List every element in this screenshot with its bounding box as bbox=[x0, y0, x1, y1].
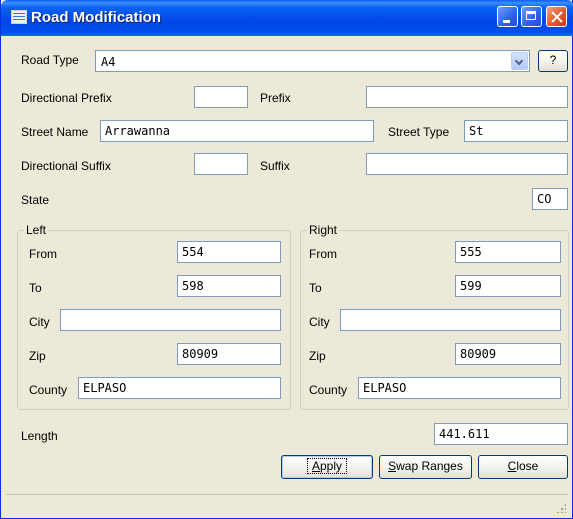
road-type-label: Road Type bbox=[21, 53, 79, 67]
left-to-input[interactable]: 598 bbox=[177, 275, 281, 297]
swap-ranges-button[interactable]: Swap Ranges bbox=[379, 455, 472, 479]
right-from-input[interactable]: 555 bbox=[455, 241, 561, 263]
swap-label: wap Ranges bbox=[396, 459, 463, 473]
close-label: lose bbox=[516, 459, 539, 473]
apply-button[interactable]: Apply bbox=[281, 455, 373, 479]
directional-suffix-input[interactable] bbox=[194, 153, 248, 175]
left-city-input[interactable] bbox=[60, 309, 281, 331]
left-county-input[interactable]: ELPASO bbox=[78, 377, 281, 399]
left-zip-input[interactable]: 80909 bbox=[177, 343, 281, 365]
right-city-input[interactable] bbox=[340, 309, 561, 331]
prefix-input[interactable] bbox=[366, 86, 568, 108]
window-title: Road Modification bbox=[31, 9, 161, 26]
state-input[interactable]: CO bbox=[532, 188, 568, 210]
road-type-select[interactable]: A4 bbox=[95, 50, 530, 72]
street-name-input[interactable]: Arrawanna bbox=[100, 120, 374, 142]
resize-grip-icon[interactable] bbox=[556, 503, 566, 513]
suffix-input[interactable] bbox=[366, 153, 568, 175]
right-county-label: County bbox=[309, 383, 348, 397]
road-type-value: A4 bbox=[101, 55, 116, 69]
apply-mnemonic: A bbox=[311, 459, 320, 473]
suffix-label: Suffix bbox=[260, 159, 290, 173]
swap-mnemonic: S bbox=[388, 459, 397, 473]
right-city-label: City bbox=[309, 315, 330, 329]
road-modification-window: Road Modification Road Type A4 ? Directi… bbox=[0, 0, 573, 519]
left-city-label: City bbox=[29, 315, 50, 329]
right-from-label: From bbox=[309, 247, 337, 261]
directional-prefix-input[interactable] bbox=[194, 86, 248, 108]
right-county-input[interactable]: ELPASO bbox=[358, 377, 561, 399]
close-window-button[interactable] bbox=[546, 6, 567, 27]
minimize-button[interactable] bbox=[497, 6, 518, 27]
right-to-label: To bbox=[309, 281, 322, 295]
maximize-button[interactable] bbox=[521, 6, 542, 27]
right-group-title: Right bbox=[307, 223, 340, 237]
right-zip-input[interactable]: 80909 bbox=[455, 343, 561, 365]
apply-label: pply bbox=[320, 459, 343, 473]
left-from-label: From bbox=[29, 247, 57, 261]
left-county-label: County bbox=[29, 383, 68, 397]
left-to-label: To bbox=[29, 281, 42, 295]
chevron-down-icon[interactable] bbox=[511, 52, 528, 70]
close-button[interactable]: Close bbox=[478, 455, 568, 479]
directional-prefix-label: Directional Prefix bbox=[21, 91, 112, 105]
street-name-label: Street Name bbox=[21, 125, 89, 139]
state-label: State bbox=[21, 193, 50, 207]
street-type-input[interactable]: St bbox=[464, 120, 568, 142]
road-type-help-button[interactable]: ? bbox=[538, 50, 568, 72]
left-group-title: Left bbox=[24, 223, 49, 237]
right-zip-label: Zip bbox=[309, 349, 326, 363]
street-type-label: Street Type bbox=[388, 125, 450, 139]
left-zip-label: Zip bbox=[29, 349, 46, 363]
directional-suffix-label: Directional Suffix bbox=[21, 159, 111, 173]
window-app-icon bbox=[11, 10, 27, 24]
right-to-input[interactable]: 599 bbox=[455, 275, 561, 297]
length-input[interactable]: 441.611 bbox=[434, 423, 568, 445]
left-from-input[interactable]: 554 bbox=[177, 241, 281, 263]
prefix-label: Prefix bbox=[260, 91, 291, 105]
length-label: Length bbox=[21, 429, 58, 443]
title-bar[interactable]: Road Modification bbox=[1, 0, 573, 36]
status-bar bbox=[6, 494, 568, 515]
